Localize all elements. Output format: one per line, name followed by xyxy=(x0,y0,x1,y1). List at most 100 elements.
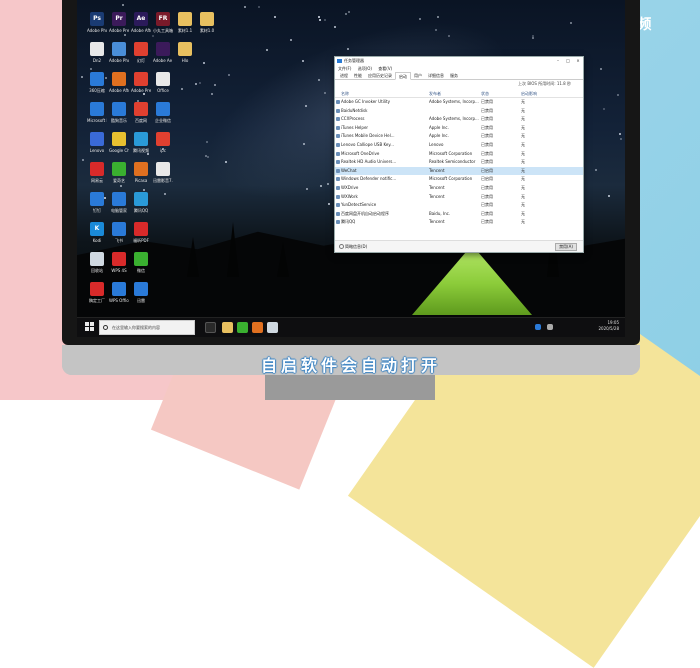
table-row[interactable]: Realtek HD Audio Univers... Realtek Semic… xyxy=(335,158,583,167)
desktop-icon[interactable]: 福昕PDF xyxy=(131,222,151,248)
desktop-icon[interactable]: 360压缩 xyxy=(87,72,107,98)
desktop-icon[interactable]: Adobe Premiere Pro xyxy=(131,72,151,98)
star xyxy=(334,26,337,29)
table-row[interactable]: WXDrive Tencent 已禁用 无 xyxy=(335,184,583,193)
desktop-icon[interactable]: 素材1.1 xyxy=(175,12,195,38)
app-icon xyxy=(336,151,340,156)
fewer-details-link[interactable]: 简略信息(D) xyxy=(339,244,367,250)
tab-app-history[interactable]: 应用历史记录 xyxy=(365,72,395,79)
desktop-icon[interactable]: Ae Adobe After Effects CC... xyxy=(131,12,151,38)
task-manager-titlebar[interactable]: 任务管理器 – □ × xyxy=(335,57,583,65)
desktop-icon[interactable]: 迅雷 xyxy=(131,282,151,308)
star xyxy=(617,93,620,96)
windows-start-icon[interactable] xyxy=(85,322,95,332)
tray-app-icon[interactable] xyxy=(535,324,541,330)
app-icon xyxy=(134,162,148,176)
column-name[interactable]: 名称 xyxy=(335,90,429,97)
desktop-icon[interactable]: 钉钉 xyxy=(87,192,107,218)
desktop-icon[interactable]: 迅雷影音7.5 xyxy=(153,162,173,188)
table-row[interactable]: iTunes Mobile Device Hel... Apple Inc. 已禁用… xyxy=(335,132,583,141)
desktop-icon[interactable]: 电脑管家 xyxy=(109,192,129,218)
desktop-icon[interactable]: Office xyxy=(153,72,173,98)
row-name-text: Lenovo Calliope USB Key... xyxy=(341,141,394,147)
menu-options[interactable]: 选项(O) xyxy=(358,66,372,71)
taskbar-search-input[interactable]: 在这里输入你要搜索的内容 xyxy=(99,320,195,335)
star xyxy=(531,37,534,40)
desktop-icon[interactable]: 稿定工厂 xyxy=(87,282,107,308)
desktop-icon[interactable]: Google Chrome xyxy=(109,132,129,158)
table-row[interactable]: Adobe GC Invoker Utility Adobe Systems, I… xyxy=(335,98,583,107)
taskbar-clock[interactable]: 19:05 2020/5/28 xyxy=(598,320,619,332)
table-row[interactable]: CCXProcess Adobe Systems, Incorp... 已禁用 无 xyxy=(335,115,583,124)
startup-table-header: 名称 发布者 状态 启动影响 xyxy=(335,90,583,98)
table-row[interactable]: YunDetectService 已禁用 无 xyxy=(335,201,583,210)
tab-startup[interactable]: 启动 xyxy=(395,72,411,80)
tab-processes[interactable]: 进程 xyxy=(337,72,351,79)
desktop-icon[interactable]: Microsoft Edge xyxy=(87,102,107,128)
desktop-icon[interactable]: 腾讯QQ xyxy=(131,192,151,218)
wechat-taskbar-icon[interactable] xyxy=(237,322,248,333)
menu-file[interactable]: 文件(F) xyxy=(338,66,351,71)
app-icon xyxy=(112,162,126,176)
tab-details[interactable]: 详细信息 xyxy=(425,72,447,79)
desktop-icon[interactable]: 飞书 xyxy=(109,222,129,248)
desktop-icon[interactable]: Hlo xyxy=(175,42,195,68)
table-row[interactable]: 腾讯QQ Tencent 已禁用 无 xyxy=(335,218,583,227)
desktop-icon[interactable]: Ps Adobe Photosh... xyxy=(87,12,107,38)
row-name: WeChat xyxy=(335,167,429,176)
disable-button[interactable]: 禁用(A) xyxy=(555,243,577,251)
desktop-icon[interactable]: K Kodi xyxy=(87,222,107,248)
desktop-icon[interactable]: 爱奇艺 xyxy=(109,162,129,188)
desktop-icon-label: Adobe Ae Creat... xyxy=(153,58,173,63)
minimize-icon[interactable]: – xyxy=(553,57,563,65)
desktop-icon[interactable]: Adobe Ae Creat... xyxy=(153,42,173,68)
desktop-icon[interactable]: Dn2 xyxy=(87,42,107,68)
desktop-icon[interactable]: WPS 4S xyxy=(109,252,129,278)
desktop-icon[interactable]: 幻灯 xyxy=(131,42,151,68)
desktop-icon[interactable]: Picasa xyxy=(131,162,151,188)
tab-services[interactable]: 服务 xyxy=(447,72,461,79)
desktop-icon[interactable]: 腾讯视频 xyxy=(131,132,151,158)
table-row[interactable]: BaiduNetdisk 已禁用 无 xyxy=(335,107,583,116)
menu-view[interactable]: 查看(V) xyxy=(378,66,392,71)
file-explorer-icon[interactable] xyxy=(222,322,233,333)
desktop-icon[interactable]: 酷狗音乐 xyxy=(109,102,129,128)
close-icon[interactable]: × xyxy=(573,57,583,65)
task-manager-window[interactable]: 任务管理器 – □ × 文件(F) 选项(O) 查看(V) 进程 性能 应用历史… xyxy=(334,56,584,253)
table-row[interactable]: Lenovo Calliope USB Key... Lenovo 已禁用 无 xyxy=(335,141,583,150)
tray-network-icon[interactable] xyxy=(547,324,553,330)
desktop-icon[interactable]: Lenovo xyxy=(87,132,107,158)
row-name-text: WXDrive xyxy=(341,184,359,190)
app-taskbar-icon[interactable] xyxy=(252,322,263,333)
app-icon xyxy=(178,42,192,56)
taskbar-search-placeholder: 在这里输入你要搜索的内容 xyxy=(112,325,160,330)
star xyxy=(437,16,440,19)
desktop-icon[interactable]: Adobe After Effects xyxy=(109,72,129,98)
desktop-icon[interactable]: Adobe Photosh... xyxy=(109,42,129,68)
desktop-icon[interactable]: ipc xyxy=(153,132,173,158)
table-row[interactable]: Microsoft OneDrive Microsoft Corporation 已… xyxy=(335,150,583,159)
table-row[interactable]: Windows Defender notific... Microsoft Cor… xyxy=(335,175,583,184)
task-view-icon[interactable] xyxy=(205,322,216,333)
table-row[interactable]: iTunes Helper Apple Inc. 已禁用 无 xyxy=(335,124,583,133)
desktop-icon[interactable]: 回收站 xyxy=(87,252,107,278)
column-publisher[interactable]: 发布者 xyxy=(429,90,481,97)
task-manager-taskbar-icon[interactable] xyxy=(267,322,278,333)
desktop-icon[interactable]: FR 小丸工具箱 xyxy=(153,12,173,38)
table-row[interactable]: WeChat Tencent 已启用 无 xyxy=(335,166,583,176)
maximize-icon[interactable]: □ xyxy=(563,57,573,65)
desktop-icon[interactable]: Pr Adobe Premiere P... xyxy=(109,12,129,38)
tab-performance[interactable]: 性能 xyxy=(351,72,365,79)
desktop-icon[interactable]: WPS Office xyxy=(109,282,129,308)
desktop-icon[interactable]: 素材1.0 xyxy=(197,12,217,38)
column-status[interactable]: 状态 xyxy=(481,90,521,97)
desktop-icon[interactable]: 企业微信 xyxy=(153,102,173,128)
table-row[interactable]: 百度网盘开机自动启动程序 Baidu, Inc. 已禁用 无 xyxy=(335,210,583,219)
desktop-icon[interactable]: 微信 xyxy=(131,252,151,278)
desktop-icon[interactable]: 网易云 xyxy=(87,162,107,188)
column-impact[interactable]: 启动影响 xyxy=(521,90,561,97)
table-row[interactable]: WXWork Tencent 已禁用 无 xyxy=(335,193,583,202)
app-icon xyxy=(134,192,148,206)
desktop-icon[interactable]: 百度网 xyxy=(131,102,151,128)
tab-users[interactable]: 用户 xyxy=(411,72,425,79)
